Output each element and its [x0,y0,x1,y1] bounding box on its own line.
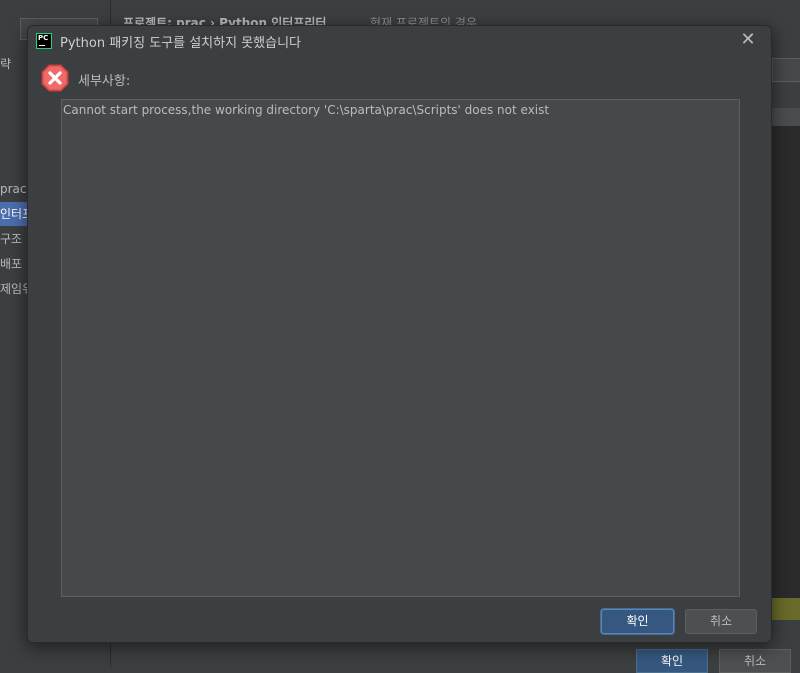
pycharm-icon: PC [36,33,52,49]
details-label: 세부사항: [78,74,131,89]
interpreter-select[interactable] [772,58,800,82]
ok-button[interactable]: 확인 [601,609,674,634]
error-x-icon [41,64,69,92]
cancel-button[interactable]: 취소 [685,609,757,634]
settings-cancel-button[interactable]: 취소 [719,649,791,673]
warning-banner [772,598,800,620]
sidebar-item-partial[interactable]: 략 [0,52,30,76]
packages-table [772,126,800,606]
dialog-titlebar[interactable]: PC Python 패키징 도구를 설치하지 못했습니다 ✕ [28,26,771,56]
packages-table-header [772,108,800,126]
error-dialog: PC Python 패키징 도구를 설치하지 못했습니다 ✕ 세부사항: Can… [27,25,772,643]
close-icon[interactable]: ✕ [739,30,757,50]
error-message-textarea[interactable]: Cannot start process,the working directo… [61,99,740,597]
dialog-title: Python 패키징 도구를 설치하지 못했습니다 [60,36,301,51]
settings-ok-button[interactable]: 확인 [636,649,708,673]
